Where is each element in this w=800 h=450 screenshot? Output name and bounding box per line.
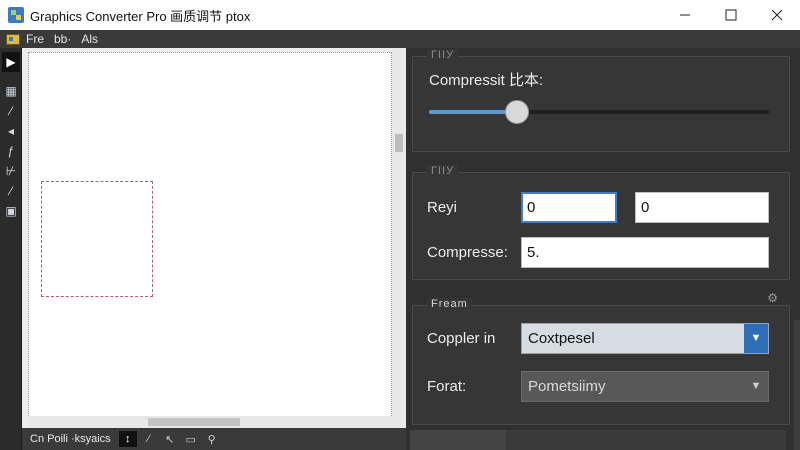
minimize-button[interactable] [662,0,708,30]
eyedropper-tool[interactable]: ⁄ [2,182,20,200]
selection-marquee[interactable] [41,181,153,297]
transform-tool[interactable]: ⊬ [2,162,20,180]
title-bar: Graphics Converter Pro 画质调节 ptox [0,0,800,30]
coppler-label: Coppler in [427,330,496,347]
move-tool[interactable]: ◂ [2,122,20,140]
panel-scrollbar[interactable] [794,320,800,450]
crop-tool[interactable]: ▣ [2,202,20,220]
pointer-tool[interactable]: ▶ [2,52,20,72]
canvas-area [22,48,406,428]
reyi-label: Reyi [427,199,458,216]
menu-app-icon [6,33,20,45]
minimize-icon [680,14,690,16]
resize-group: ГІІУ Reyi 0 0 Compresse: 5. [412,165,790,280]
text-tool[interactable]: ▦ [2,82,20,100]
maximize-button[interactable] [708,0,754,30]
coppler-dropdown[interactable]: Coxtpesel ▼ [521,323,769,354]
pointer-icon: ▶ [6,55,16,69]
vertical-scrollbar[interactable] [392,48,406,428]
window-title: Graphics Converter Pro 画质调节 ptox [30,8,251,24]
brush-tool[interactable]: ⁄ [2,102,20,120]
pen-tool[interactable]: ƒ [2,142,20,160]
crop-icon: ▣ [5,204,17,218]
menu-item-edit[interactable]: bb· [54,32,71,46]
horizontal-scrollbar[interactable] [28,416,392,428]
settings-panel: ГІІУ Compressit 比本: ГІІУ Reyi 0 0 Compre… [406,48,800,450]
brush-icon: ⁄ [9,104,12,118]
maximize-icon [725,9,737,21]
chevron-down-icon: ▼ [750,380,762,392]
horizontal-scroll-thumb[interactable] [148,418,240,426]
footer-button[interactable] [410,430,506,450]
gear-icon[interactable]: ⚙ [767,291,778,305]
compress-input[interactable]: 5. [521,237,769,268]
compression-slider[interactable] [429,100,769,124]
compression-label: Compressit 比本: [429,72,544,89]
status-brush-tool[interactable]: ⁄ [140,431,158,447]
width-input[interactable]: 0 [521,192,617,223]
transform-icon: ⊬ [5,164,17,178]
format-group: Fream Coppler in Coxtpesel ▼ Forat: Pome… [412,298,790,425]
panel-footer [410,430,786,450]
status-cursor-tool[interactable]: ↖ [161,431,179,447]
status-zoom-tool[interactable]: ⚲ [203,431,221,447]
pen-icon: ƒ [7,144,15,158]
group-legend: Fream [427,298,472,310]
slider-fill [429,110,518,114]
close-button[interactable] [754,0,800,30]
group-legend: ГІІУ [427,49,459,61]
tool-palette: ▶ ▦ ⁄ ◂ ƒ ⊬ ⁄ ▣ [0,48,22,450]
format-label: Forat: [427,378,467,395]
status-frame-tool[interactable]: ▭ [182,431,200,447]
group-legend: ГІІУ [427,165,459,177]
height-input[interactable]: 0 [635,192,769,223]
move-icon: ◂ [7,124,15,138]
text-tool-icon: ▦ [5,84,17,98]
menu-item-also[interactable]: Als [81,32,98,46]
app-icon [8,7,24,23]
chevron-down-icon: ▼ [744,324,768,353]
format-value: Pometsiimy [528,378,606,395]
format-dropdown[interactable]: Pometsiimy ▼ [521,371,769,402]
close-icon [771,9,783,21]
compress-label: Compresse: [427,244,508,261]
status-align-tool[interactable]: ↕ [118,431,137,447]
status-bar: Cn Poili ·ksyaics ↕ ⁄ ↖ ▭ ⚲ [22,428,406,450]
vertical-scroll-thumb[interactable] [395,134,403,152]
menu-bar: Fre bb· Als [0,30,800,48]
slider-thumb[interactable] [505,100,530,124]
status-text: Cn Poili ·ksyaics [30,433,111,445]
compression-group: ГІІУ Compressit 比本: [412,49,790,152]
menu-item-file[interactable]: Fre [26,32,44,46]
eyedropper-icon: ⁄ [9,184,12,198]
coppler-value: Coxtpesel [528,330,595,347]
image-canvas[interactable] [28,52,392,420]
